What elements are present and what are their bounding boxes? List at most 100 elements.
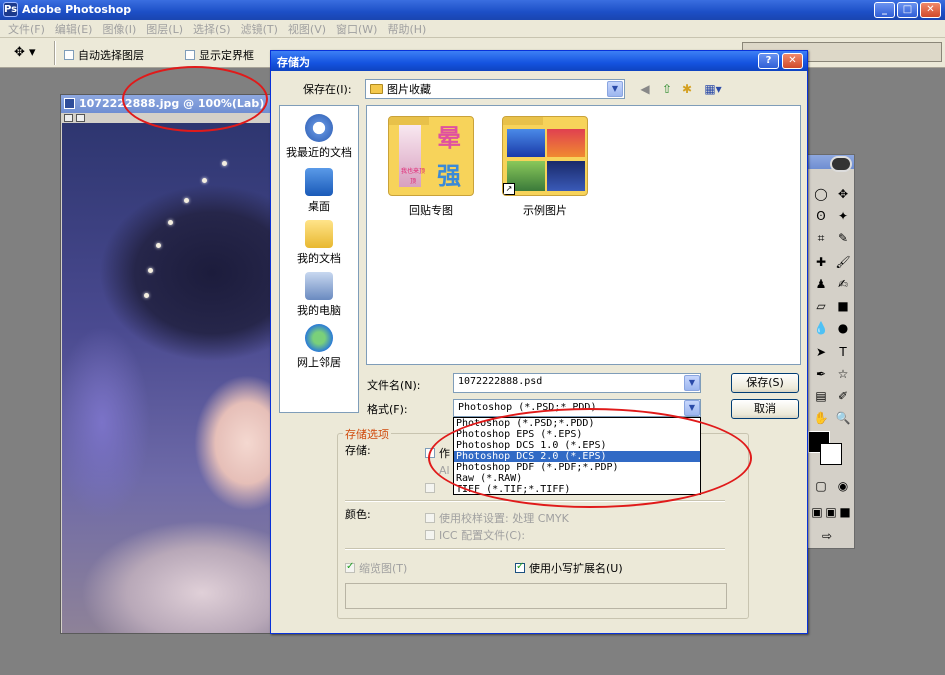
format-option[interactable]: Photoshop (*.PSD;*.PDD) — [454, 418, 700, 429]
menu-image[interactable]: 图像(I) — [97, 21, 141, 37]
view-menu-icon[interactable]: ▦▾ — [701, 81, 725, 97]
auto-select-option[interactable]: 自动选择图层 — [64, 47, 144, 63]
dialog-help-button[interactable]: ? — [758, 53, 779, 69]
folder-item[interactable]: ↗ 示例图片 — [495, 116, 595, 218]
up-folder-icon[interactable]: ⇧ — [659, 81, 675, 97]
photoshop-logo-icon: Ps — [3, 2, 18, 17]
standard-mode-icon[interactable]: ▢ — [812, 477, 830, 495]
format-option[interactable]: Raw (*.RAW) — [454, 473, 700, 484]
dodge-tool-icon[interactable]: ● — [834, 319, 852, 337]
ruler-square-icon — [64, 114, 73, 122]
lasso-tool-icon[interactable]: ʘ — [812, 207, 830, 225]
format-option[interactable]: Photoshop DCS 1.0 (*.EPS) — [454, 440, 700, 451]
menu-view[interactable]: 视图(V) — [283, 21, 331, 37]
document-title-bar[interactable]: 1072222888.jpg @ 100%(Lab) — [61, 95, 274, 113]
hat-bead — [222, 161, 227, 166]
type-tool-icon[interactable]: T — [834, 343, 852, 361]
quick-mask-mode-icon[interactable]: ◉ — [834, 477, 852, 495]
chevron-down-icon[interactable]: ▼ — [684, 400, 700, 416]
back-icon[interactable]: ◀ — [637, 81, 653, 97]
close-button[interactable]: ✕ — [920, 2, 941, 18]
menu-window[interactable]: 窗口(W) — [331, 21, 382, 37]
move-tool-icon[interactable]: ✥ ▾ — [14, 45, 48, 61]
hand-tool-icon[interactable]: ✋ — [812, 409, 830, 427]
save-as-copy-option[interactable]: 作 — [425, 445, 450, 461]
format-option-selected[interactable]: Photoshop DCS 2.0 (*.EPS) — [454, 451, 700, 462]
magic-wand-tool-icon[interactable]: ✦ — [834, 207, 852, 225]
notes-tool-icon[interactable]: ▤ — [812, 387, 830, 405]
document-title: 1072222888.jpg @ 100%(Lab) — [79, 97, 265, 110]
maximize-button[interactable]: □ — [897, 2, 918, 18]
format-option[interactable]: TIFF (*.TIF;*.TIFF) — [454, 484, 700, 495]
my-documents-folder-icon — [305, 220, 333, 248]
tool-palette[interactable]: ◯ ✥ ʘ ✦ ⌗ ✎ ✚ 🖌 ♟ ✍ ▱ ■ 💧 ● ➤ T ✒ ☆ ▤ ✐ … — [803, 154, 855, 549]
marquee-tool-icon[interactable]: ◯ — [812, 185, 830, 203]
path-selection-tool-icon[interactable]: ➤ — [812, 343, 830, 361]
cancel-button[interactable]: 取消 — [731, 399, 799, 419]
menu-file[interactable]: 文件(F) — [3, 21, 50, 37]
history-brush-tool-icon[interactable]: ✍ — [834, 275, 852, 293]
show-bounds-option[interactable]: 显示定界框 — [185, 47, 254, 63]
proof-setup-label: 使用校样设置: 处理 CMYK — [439, 512, 569, 525]
color-label: 颜色: — [345, 508, 371, 521]
menu-layer[interactable]: 图层(L) — [141, 21, 188, 37]
format-option[interactable]: Photoshop PDF (*.PDF;*.PDP) — [454, 462, 700, 473]
jump-to-imageready-icon[interactable]: ⇨ — [818, 527, 836, 545]
folder-thumbnail-icon: ↗ — [502, 116, 588, 196]
dialog-title-bar[interactable]: 存储为 ? ✕ — [271, 51, 807, 71]
thumb-caption: 我也来顶顶 — [400, 168, 425, 185]
healing-brush-tool-icon[interactable]: ✚ — [812, 253, 830, 271]
crop-tool-icon[interactable]: ⌗ — [812, 229, 830, 247]
eyedropper-tool-icon[interactable]: ✐ — [834, 387, 852, 405]
save-button[interactable]: 保存(S) — [731, 373, 799, 393]
place-network[interactable]: 网上邻居 — [280, 324, 358, 370]
brush-tool-icon[interactable]: 🖌 — [834, 253, 852, 271]
pen-tool-icon[interactable]: ✒ — [812, 365, 830, 383]
new-folder-icon[interactable]: ✱ — [679, 81, 695, 97]
eraser-tool-icon[interactable]: ▱ — [812, 297, 830, 315]
menu-help[interactable]: 帮助(H) — [382, 21, 431, 37]
document-canvas-image[interactable] — [62, 123, 273, 633]
slice-tool-icon[interactable]: ✎ — [834, 229, 852, 247]
document-ruler — [61, 113, 274, 123]
minimize-button[interactable]: _ — [874, 2, 895, 18]
shape-tool-icon[interactable]: ☆ — [834, 365, 852, 383]
place-label: 我的文档 — [297, 252, 341, 265]
screen-mode-full-icon[interactable]: ■ — [836, 503, 854, 521]
clone-stamp-tool-icon[interactable]: ♟ — [812, 275, 830, 293]
menu-filter[interactable]: 滤镜(T) — [236, 21, 283, 37]
save-as-copy-checkbox[interactable] — [425, 448, 435, 458]
show-bounds-checkbox[interactable] — [185, 50, 195, 60]
move-tool-icon[interactable]: ✥ — [834, 185, 852, 203]
zoom-tool-icon[interactable]: 🔍 — [834, 409, 852, 427]
auto-select-checkbox[interactable] — [64, 50, 74, 60]
save-in-dropdown[interactable]: 图片收藏 ▼ — [365, 79, 625, 99]
lowercase-extension-checkbox[interactable] — [515, 561, 525, 573]
folder-name: 示例图片 — [523, 204, 567, 217]
menu-edit[interactable]: 编辑(E) — [50, 21, 98, 37]
background-color-swatch[interactable] — [820, 443, 842, 465]
place-recent-documents[interactable]: 我最近的文档 — [280, 114, 358, 160]
format-option[interactable]: Photoshop EPS (*.EPS) — [454, 429, 700, 440]
filename-input[interactable]: 1072222888.psd — [453, 373, 701, 393]
document-window[interactable]: 1072222888.jpg @ 100%(Lab) — [60, 94, 275, 634]
place-my-documents[interactable]: 我的文档 — [280, 220, 358, 266]
folder-item[interactable]: 晕 我也来顶顶 强 回贴专图 — [381, 116, 481, 218]
format-label: 格式(F): — [367, 403, 408, 416]
place-desktop[interactable]: 桌面 — [280, 168, 358, 214]
lowercase-extension-option[interactable]: 使用小写扩展名(U) — [515, 560, 623, 576]
menu-select[interactable]: 选择(S) — [188, 21, 236, 37]
proof-setup-option: 使用校样设置: 处理 CMYK — [425, 510, 569, 526]
gradient-tool-icon[interactable]: ■ — [834, 297, 852, 315]
chevron-down-icon[interactable]: ▼ — [684, 375, 700, 391]
show-bounds-label: 显示定界框 — [199, 49, 254, 62]
blur-tool-icon[interactable]: 💧 — [812, 319, 830, 337]
warning-message-box — [345, 583, 727, 609]
format-select[interactable]: Photoshop (*.PSD;*.PDD) — [453, 399, 701, 417]
place-my-computer[interactable]: 我的电脑 — [280, 272, 358, 318]
icc-profile-option: ICC 配置文件(C): — [425, 527, 525, 543]
hat-bead — [144, 293, 149, 298]
options-divider — [345, 500, 725, 502]
chevron-down-icon[interactable]: ▼ — [607, 81, 623, 97]
dialog-close-button[interactable]: ✕ — [782, 53, 803, 69]
